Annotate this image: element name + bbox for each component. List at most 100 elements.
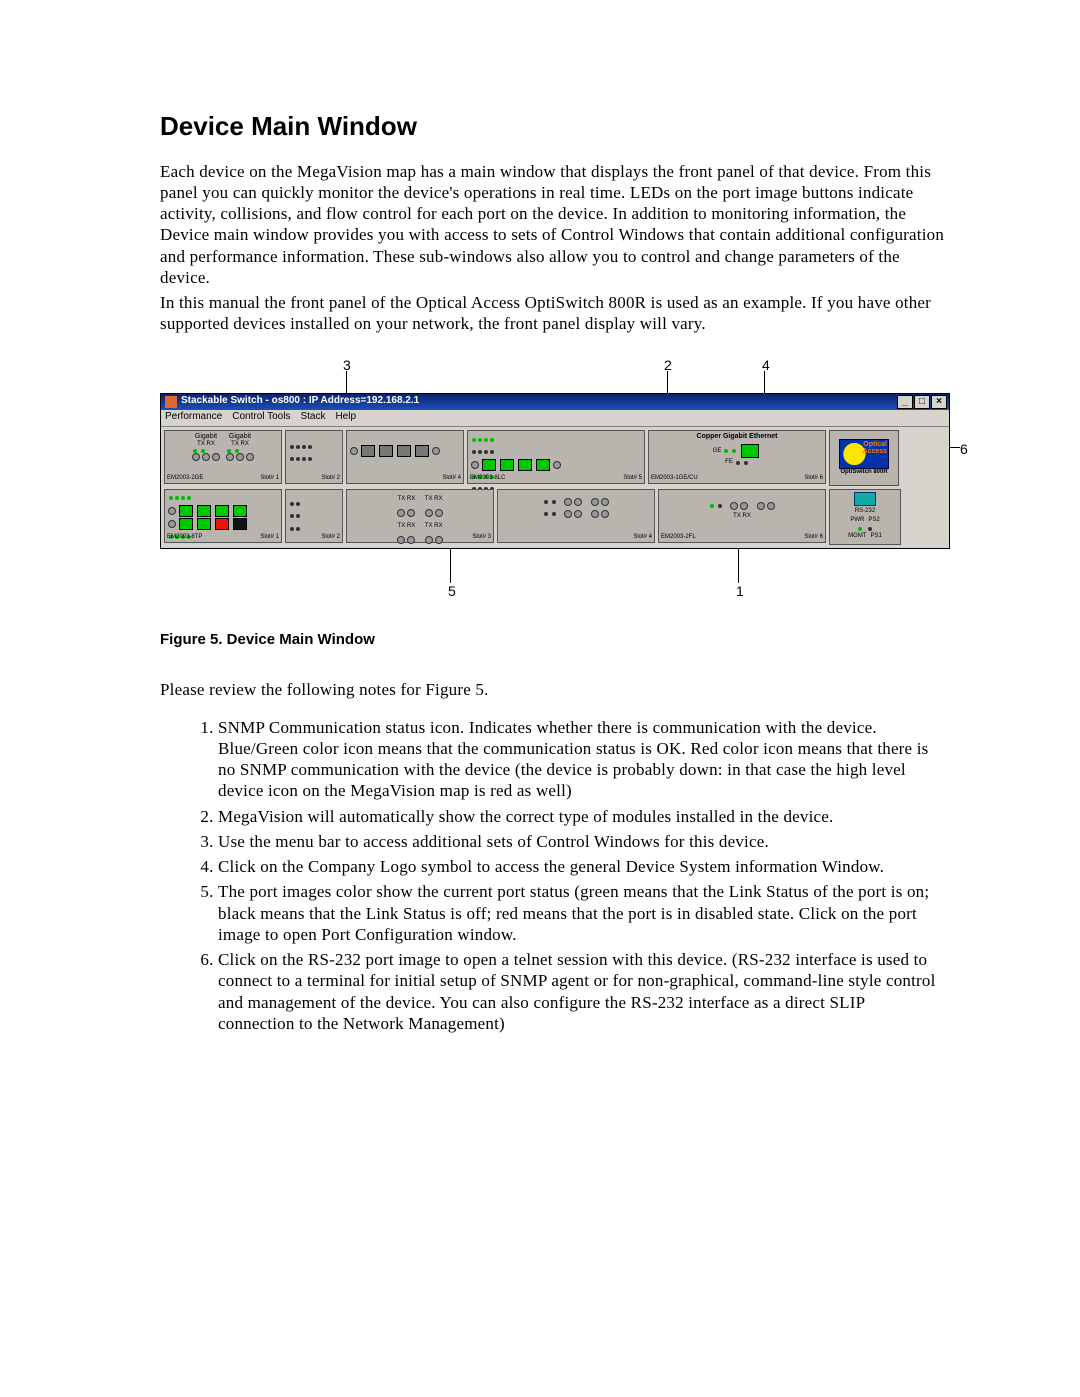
slot-num: Slot# 3 [472, 534, 491, 542]
notes-intro: Please review the following notes for Fi… [160, 679, 950, 700]
port-button[interactable] [415, 445, 429, 457]
fe-label: FE [725, 459, 733, 467]
ps1-label: PS1 [870, 533, 881, 541]
port-button[interactable] [246, 453, 254, 461]
port-button[interactable] [407, 509, 415, 517]
slot-name: EM2003-2FL [661, 534, 696, 542]
port-button[interactable] [601, 498, 609, 506]
port-button[interactable] [236, 453, 244, 461]
gigabit-label: Gigabit [226, 433, 254, 442]
port-button[interactable] [500, 459, 514, 471]
company-logo[interactable]: OpticalAccess OptiSwitch 800R [829, 430, 899, 486]
port-button[interactable] [215, 518, 229, 530]
menu-bar: Performance Control Tools Stack Help [161, 410, 949, 427]
port-button[interactable] [397, 536, 405, 544]
port-button[interactable] [425, 536, 433, 544]
port-button[interactable] [435, 509, 443, 517]
port-button[interactable] [197, 505, 211, 517]
callout-5: 5 [448, 583, 456, 601]
port-button[interactable] [435, 536, 443, 544]
port-button[interactable] [179, 505, 193, 517]
figure-notes-list: SNMP Communication status icon. Indicate… [160, 717, 950, 1035]
callout-6: 6 [960, 441, 968, 459]
list-item: Click on the RS-232 port image to open a… [218, 949, 940, 1034]
model-label: OptiSwitch 800R [840, 469, 887, 477]
port-button[interactable] [425, 509, 433, 517]
port-button[interactable] [361, 445, 375, 457]
slot-num: Slot# 5 [623, 475, 642, 483]
device-window: Stackable Switch - os800 : IP Address=19… [160, 393, 950, 549]
port-button[interactable] [397, 509, 405, 517]
txrx-label: TX RX [226, 441, 254, 449]
port-button[interactable] [601, 510, 609, 518]
minimize-button[interactable]: _ [897, 395, 913, 409]
gigabit-label: Gigabit [192, 433, 220, 442]
ps2-label: PS2 [868, 517, 879, 525]
menu-performance[interactable]: Performance [165, 411, 222, 424]
menu-control-tools[interactable]: Control Tools [232, 411, 290, 424]
port-button[interactable] [482, 459, 496, 471]
slot-num: Slot# 1 [260, 534, 279, 542]
copper-gigabit-label: Copper Gigabit Ethernet [652, 433, 822, 442]
page-title: Device Main Window [160, 110, 950, 143]
list-item: MegaVision will automatically show the c… [218, 806, 940, 827]
close-button[interactable]: × [931, 395, 947, 409]
port-button[interactable] [591, 498, 599, 506]
list-item: SNMP Communication status icon. Indicate… [218, 717, 940, 802]
port-button[interactable] [233, 518, 247, 530]
port-button[interactable] [379, 445, 393, 457]
port-button[interactable] [767, 502, 775, 510]
port-button[interactable] [226, 453, 234, 461]
slot-num: Slot# 1 [260, 475, 279, 483]
port-button[interactable] [574, 498, 582, 506]
list-item: The port images color show the current p… [218, 881, 940, 945]
intro-para-1: Each device on the MegaVision map has a … [160, 161, 950, 289]
slot-num: Slot# 6 [804, 475, 823, 483]
optical-access-logo-icon: OpticalAccess [839, 439, 889, 469]
port-button[interactable] [536, 459, 550, 471]
slot-name: EM2003-8TP [167, 534, 202, 542]
list-item: Use the menu bar to access additional se… [218, 831, 940, 852]
port-button[interactable] [202, 453, 210, 461]
port-button[interactable] [730, 502, 738, 510]
window-title: Stackable Switch - os800 : IP Address=19… [181, 395, 419, 408]
port-button[interactable] [757, 502, 765, 510]
menu-help[interactable]: Help [335, 411, 356, 424]
callout-1: 1 [736, 583, 744, 601]
port-button[interactable] [397, 445, 411, 457]
ge-label: GE [713, 448, 722, 456]
intro-para-2: In this manual the front panel of the Op… [160, 292, 950, 335]
menu-stack[interactable]: Stack [300, 411, 325, 424]
port-button[interactable] [212, 453, 220, 461]
port-button[interactable] [192, 453, 200, 461]
slot-num: Slot# 2 [321, 475, 340, 483]
slot-name: EM2003-2GE [167, 475, 203, 483]
port-button[interactable] [741, 444, 759, 458]
mgmt-label: MGMT [848, 533, 866, 541]
slot-num: Slot# 6 [804, 534, 823, 542]
port-button[interactable] [564, 510, 572, 518]
slot-num: Slot# 4 [633, 534, 652, 542]
rs232-port[interactable] [854, 492, 876, 506]
port-button[interactable] [518, 459, 532, 471]
maximize-button[interactable]: □ [914, 395, 930, 409]
port-button[interactable] [564, 498, 572, 506]
port-button[interactable] [215, 505, 229, 517]
port-button[interactable] [179, 518, 193, 530]
port-button[interactable] [574, 510, 582, 518]
txrx-label: TX RX [192, 441, 220, 449]
slot-num: Slot# 2 [321, 534, 340, 542]
port-button[interactable] [591, 510, 599, 518]
slot-name: EM2003-8LC [470, 475, 505, 483]
figure-caption: Figure 5. Device Main Window [160, 631, 950, 650]
port-button[interactable] [740, 502, 748, 510]
app-icon [165, 396, 177, 408]
slot-name: EM2003-1GE/CU [651, 475, 698, 483]
slot-num: Slot# 4 [442, 475, 461, 483]
figure-5: 3 2 4 Stackable Switch - os800 : IP Addr… [160, 357, 950, 597]
port-button[interactable] [197, 518, 211, 530]
port-button[interactable] [407, 536, 415, 544]
port-button[interactable] [233, 505, 247, 517]
rs232-label: RS-232 [855, 508, 875, 516]
window-titlebar: Stackable Switch - os800 : IP Address=19… [161, 394, 949, 410]
